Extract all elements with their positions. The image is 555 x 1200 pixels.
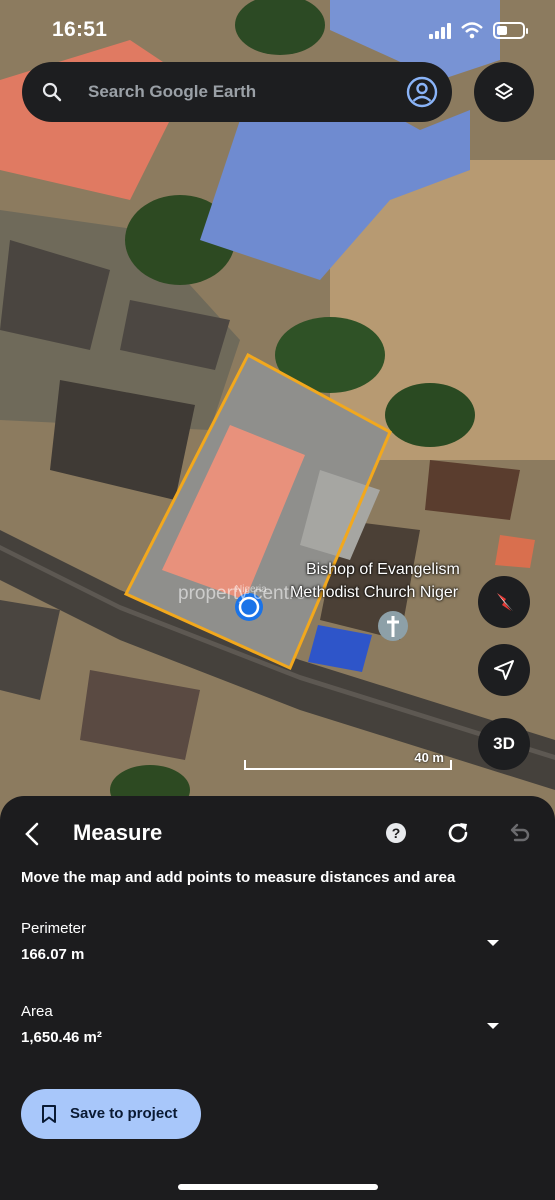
bookmark-icon [42,1105,56,1123]
save-to-project-button[interactable]: Save to project [21,1089,201,1139]
cellular-signal-icon [429,22,451,39]
save-button-label: Save to project [70,1105,178,1122]
perimeter-row[interactable]: Perimeter 166.07 m [0,920,555,980]
scale-label: 40 m [414,750,444,765]
account-circle-icon[interactable] [406,76,438,108]
caret-down-icon[interactable] [484,934,502,952]
back-button[interactable] [14,816,50,852]
measure-panel: Measure ? Move the map and add points to… [0,796,555,1200]
status-icons [429,22,528,39]
caret-down-icon[interactable] [484,1017,502,1035]
place-label-line2[interactable]: Methodist Church Niger [290,584,458,602]
my-location-button[interactable] [478,644,530,696]
status-bar: 16:51 [0,0,555,62]
perimeter-label: Perimeter [21,920,87,937]
search-input[interactable] [88,77,388,107]
compass-icon [497,593,513,611]
panel-title: Measure [73,820,163,845]
undo-icon[interactable] [506,820,532,846]
satellite-imagery [0,0,555,830]
navigation-arrow-icon [494,660,514,680]
3d-toggle-button[interactable]: 3D [478,718,530,770]
layers-icon [495,83,513,100]
chevron-left-icon [25,822,39,846]
search-icon [42,82,62,102]
refresh-icon[interactable] [444,819,472,847]
perimeter-value: 166.07 m [21,946,85,963]
wifi-icon [461,22,483,39]
watermark: property centre [178,583,306,604]
battery-icon [493,22,528,39]
help-circle-icon[interactable]: ? [384,821,408,845]
layers-button[interactable] [474,62,534,122]
area-value: 1,650.46 m² [21,1029,102,1046]
map-scale: 40 m [244,746,452,772]
svg-text:?: ? [392,825,401,841]
satellite-map[interactable]: Nigeria property centre Bishop of Evange… [0,0,555,830]
measure-instruction: Move the map and add points to measure d… [21,869,456,886]
search-bar[interactable] [22,62,452,122]
place-label-line1[interactable]: Bishop of Evangelism [306,561,460,579]
status-time: 16:51 [52,18,108,41]
area-row[interactable]: Area 1,650.46 m² [0,1003,555,1063]
compass-button[interactable] [478,576,530,628]
home-indicator[interactable] [178,1184,378,1190]
area-label: Area [21,1003,53,1020]
